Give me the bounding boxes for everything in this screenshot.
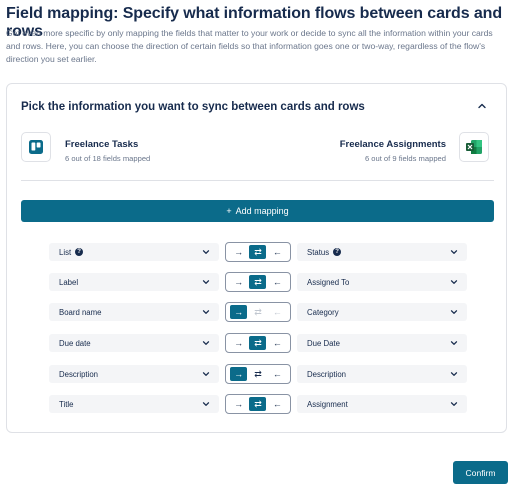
direction-left-toggle[interactable]: ←: [269, 397, 286, 411]
chevron-down-icon: [450, 341, 458, 345]
direction-right-toggle[interactable]: →: [230, 275, 247, 289]
direction-left-toggle[interactable]: ←: [269, 336, 286, 350]
info-icon[interactable]: ?: [333, 248, 342, 256]
chevron-down-icon: [450, 250, 458, 254]
source-field-label: Label: [59, 277, 79, 287]
panel-title: Pick the information you want to sync be…: [21, 101, 365, 113]
target-app-name: Freelance Assignments: [339, 139, 446, 150]
chevron-down-icon: [202, 402, 210, 406]
target-mapped-count: 6 out of 9 fields mapped: [364, 154, 446, 163]
direction-left-toggle[interactable]: ←: [269, 245, 286, 259]
mapping-row: Board name → ⇄ ← Category: [49, 302, 467, 322]
add-mapping-label: Add mapping: [235, 206, 289, 216]
sync-direction-selector: → ⇄ ←: [225, 333, 291, 353]
source-app-name: Freelance Tasks: [65, 139, 139, 150]
mapping-row: List? → ⇄ ← Status?: [49, 242, 467, 262]
source-field-select[interactable]: Label: [49, 273, 219, 291]
sync-direction-selector: → ⇄ ←: [225, 272, 291, 292]
mapping-row: Description → ⇄ ← Description: [49, 364, 467, 384]
info-icon[interactable]: ?: [75, 248, 84, 256]
plus-icon: +: [226, 206, 232, 216]
target-field-label: Description: [307, 369, 346, 379]
trello-icon: [21, 132, 51, 162]
sync-direction-selector: → ⇄ ←: [225, 394, 291, 414]
divider: [21, 180, 494, 181]
direction-left-toggle[interactable]: ←: [269, 275, 286, 289]
sync-direction-selector: → ⇄ ←: [225, 302, 291, 322]
source-field-label: Board name: [59, 307, 102, 317]
target-field-select[interactable]: Assigned To: [297, 273, 467, 291]
source-field-select[interactable]: Due date: [49, 334, 219, 352]
direction-left-toggle[interactable]: ←: [269, 367, 286, 381]
source-field-select[interactable]: Description: [49, 365, 219, 383]
direction-right-toggle[interactable]: →: [230, 245, 247, 259]
direction-left-toggle[interactable]: ←: [269, 305, 286, 319]
mapping-panel: Pick the information you want to sync be…: [6, 83, 507, 433]
direction-right-toggle[interactable]: →: [230, 367, 248, 381]
target-field-select[interactable]: Category: [297, 303, 467, 321]
chevron-down-icon: [202, 341, 210, 345]
target-field-label: Due Date: [307, 338, 340, 348]
direction-both-toggle[interactable]: ⇄: [249, 245, 267, 259]
page-description: Get even more specific by only mapping t…: [6, 28, 493, 64]
target-field-select[interactable]: Assignment: [297, 395, 467, 413]
target-field-label: Assignment: [307, 399, 348, 409]
target-field-select[interactable]: Due Date: [297, 334, 467, 352]
target-field-select[interactable]: Description: [297, 365, 467, 383]
direction-both-toggle[interactable]: ⇄: [249, 275, 267, 289]
source-field-label: List: [59, 247, 72, 257]
chevron-up-icon[interactable]: [476, 100, 488, 112]
chevron-down-icon: [450, 310, 458, 314]
source-field-select[interactable]: List?: [49, 243, 219, 261]
chevron-down-icon: [450, 372, 458, 376]
mapping-row: Due date → ⇄ ← Due Date: [49, 333, 467, 353]
source-field-label: Due date: [59, 338, 91, 348]
chevron-down-icon: [202, 280, 210, 284]
target-field-label: Assigned To: [307, 277, 350, 287]
source-field-label: Description: [59, 369, 98, 379]
chevron-down-icon: [450, 402, 458, 406]
direction-right-toggle[interactable]: →: [230, 397, 247, 411]
source-mapped-count: 6 out of 18 fields mapped: [65, 154, 151, 163]
add-mapping-button[interactable]: + Add mapping: [21, 200, 494, 222]
confirm-button[interactable]: Confirm: [453, 461, 508, 484]
source-field-select[interactable]: Title: [49, 395, 219, 413]
target-field-select[interactable]: Status?: [297, 243, 467, 261]
chevron-down-icon: [450, 280, 458, 284]
direction-both-toggle[interactable]: ⇄: [249, 397, 267, 411]
target-field-label: Status: [307, 247, 330, 257]
direction-right-toggle[interactable]: →: [230, 336, 247, 350]
chevron-down-icon: [202, 250, 210, 254]
chevron-down-icon: [202, 372, 210, 376]
target-field-label: Category: [307, 307, 339, 317]
sync-direction-selector: → ⇄ ←: [225, 242, 291, 262]
direction-both-toggle[interactable]: ⇄: [249, 336, 267, 350]
direction-right-toggle[interactable]: →: [230, 305, 248, 319]
mapping-row: Label → ⇄ ← Assigned To: [49, 272, 467, 292]
source-field-select[interactable]: Board name: [49, 303, 219, 321]
mapping-row: Title → ⇄ ← Assignment: [49, 394, 467, 414]
source-field-label: Title: [59, 399, 74, 409]
sync-direction-selector: → ⇄ ←: [225, 364, 291, 384]
excel-icon: [459, 132, 489, 162]
direction-both-toggle[interactable]: ⇄: [249, 367, 266, 381]
chevron-down-icon: [202, 310, 210, 314]
direction-both-toggle[interactable]: ⇄: [249, 305, 266, 319]
